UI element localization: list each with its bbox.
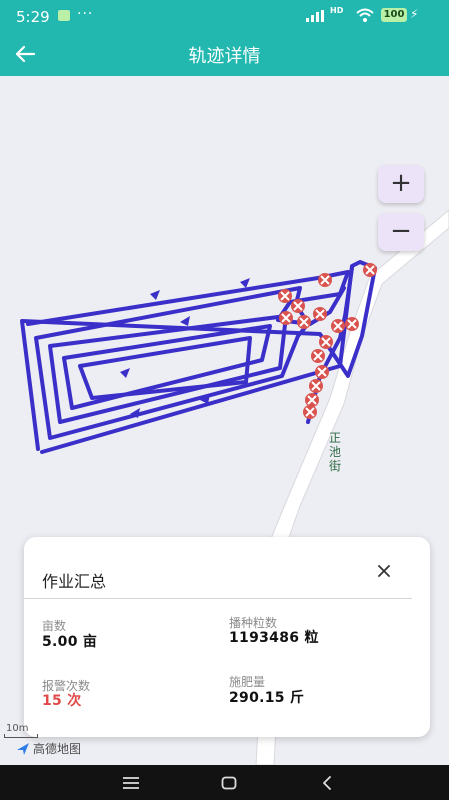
divider bbox=[24, 598, 412, 599]
battery-icon: 100 bbox=[381, 8, 407, 22]
signal-icon bbox=[306, 10, 324, 22]
charging-icon: ⚡ bbox=[410, 7, 419, 21]
page-title: 轨迹详情 bbox=[188, 46, 261, 67]
fertilizer-value: 290.15 斤 bbox=[229, 690, 305, 706]
more-notifications-indicator: ··· bbox=[77, 6, 94, 22]
direction-arrow bbox=[120, 368, 130, 378]
app-notification-icon bbox=[58, 10, 70, 21]
system-nav-bar bbox=[0, 765, 449, 800]
scale-label: 10m bbox=[6, 723, 29, 734]
zoom-out-button[interactable]: − bbox=[378, 213, 424, 251]
system-back-button[interactable] bbox=[312, 772, 342, 794]
home-button[interactable] bbox=[214, 772, 244, 794]
panel-title: 作业汇总 bbox=[42, 572, 107, 591]
direction-arrow bbox=[150, 290, 160, 300]
wifi-icon bbox=[356, 8, 374, 22]
work-summary-panel: 作业汇总 亩数 5.00 亩 播种粒数 1193486 粒 报警次数 15 次 … bbox=[24, 537, 430, 737]
menu-icon bbox=[123, 777, 139, 789]
recent-apps-button[interactable] bbox=[116, 772, 146, 794]
amap-logo-icon bbox=[17, 742, 29, 755]
status-bar: 5:29 ··· HD 100 ⚡ bbox=[0, 0, 449, 32]
direction-arrow bbox=[240, 278, 250, 288]
alarms-value: 15 次 bbox=[42, 693, 82, 709]
map-brand: 高德地图 bbox=[16, 740, 81, 757]
scale-bar bbox=[4, 734, 38, 738]
home-icon bbox=[221, 776, 237, 790]
seeds-value: 1193486 粒 bbox=[229, 630, 319, 646]
area-value: 5.00 亩 bbox=[42, 634, 98, 650]
status-time: 5:29 bbox=[16, 8, 50, 26]
direction-arrow bbox=[180, 316, 190, 326]
close-button[interactable] bbox=[372, 559, 396, 583]
zoom-in-button[interactable]: + bbox=[378, 165, 424, 203]
map-brand-text: 高德地图 bbox=[33, 742, 82, 756]
network-type-label: HD bbox=[330, 6, 344, 15]
track-path-top bbox=[26, 270, 350, 326]
back-icon bbox=[323, 776, 331, 790]
app-header: 轨迹详情 bbox=[0, 32, 449, 76]
close-icon bbox=[378, 565, 390, 577]
